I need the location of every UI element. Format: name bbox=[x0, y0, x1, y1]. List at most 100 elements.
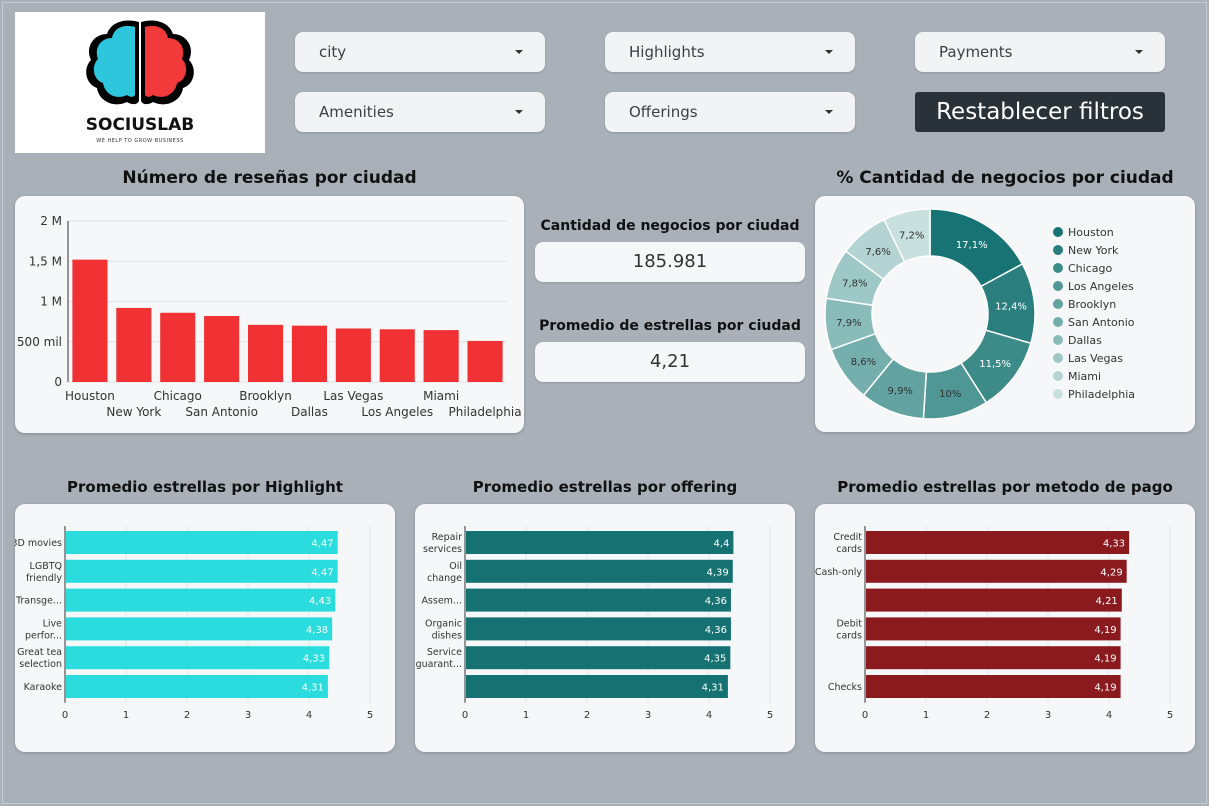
offerings-filter[interactable]: Offerings bbox=[605, 92, 855, 132]
bar-payment-2 bbox=[866, 588, 1122, 612]
y-tick-label: 1,5 M bbox=[29, 254, 62, 268]
bar-las-vegas bbox=[335, 328, 371, 382]
offering-bar-chart: 0 1 2 3 4 5 4,4 Repair services 4,39 Oil change 4,36… bbox=[416, 526, 773, 721]
bar-payment-5 bbox=[866, 675, 1121, 698]
category-label-line: Transge... bbox=[15, 596, 62, 607]
legend-swatch bbox=[1053, 245, 1063, 255]
highlights-filter[interactable]: Highlights bbox=[605, 32, 855, 72]
reset-filters-button[interactable]: Restablecer filtros bbox=[915, 92, 1165, 132]
business-count-value: 185.981 bbox=[535, 242, 805, 282]
legend-label: Houston bbox=[1068, 226, 1114, 239]
category-label-line: Assem... bbox=[421, 596, 462, 607]
bar-chicago bbox=[160, 312, 196, 382]
x-tick-label: Houston bbox=[65, 389, 115, 403]
bar-houston bbox=[72, 259, 108, 382]
bar-payment-0 bbox=[866, 531, 1130, 554]
category-label: Live perfor... bbox=[25, 618, 62, 641]
slice-value-label: 17,1% bbox=[956, 240, 988, 251]
slice-value-label: 7,2% bbox=[899, 231, 924, 242]
category-label-line: services bbox=[423, 544, 462, 555]
category-label: Organic dishes bbox=[425, 618, 462, 641]
bar-offering-1 bbox=[466, 559, 733, 583]
reviews-chart-card: 0 500 mil 1 M 1,5 M 2 M Houston New York Chicag… bbox=[15, 196, 524, 433]
city-filter[interactable]: city bbox=[295, 32, 545, 72]
reviews-bar-chart: 0 500 mil 1 M 1,5 M 2 M Houston New York Chicag… bbox=[17, 214, 522, 419]
category-label-line: Service bbox=[427, 647, 462, 658]
slice-value-label: 7,9% bbox=[836, 318, 861, 329]
x-tick-label: New York bbox=[106, 405, 161, 419]
bar-highlight-5 bbox=[66, 675, 328, 698]
logo-tagline: WE HELP TO GROW BUSINESS bbox=[96, 138, 184, 144]
x-tick-label: 3 bbox=[245, 710, 251, 721]
x-tick-label: 2 bbox=[984, 710, 990, 721]
bar-value-label: 4,36 bbox=[705, 625, 727, 636]
payment-bar-chart: 0 1 2 3 4 54,33Credit cards4,29Cash-only4,214,… bbox=[815, 526, 1173, 721]
payments-filter[interactable]: Payments bbox=[915, 32, 1165, 72]
legend-swatch bbox=[1053, 371, 1063, 381]
x-tick-label: Miami bbox=[423, 389, 459, 403]
x-tick-label: 5 bbox=[1167, 710, 1173, 721]
category-label: Credit cards bbox=[833, 532, 862, 555]
bar-san-antonio bbox=[204, 315, 240, 382]
category-label-line: Debit bbox=[836, 618, 862, 629]
x-tick-label: 4 bbox=[306, 710, 312, 721]
legend-swatch bbox=[1053, 227, 1063, 237]
bar-payment-4 bbox=[866, 646, 1121, 670]
offering-chart-card: 0 1 2 3 4 5 4,4 Repair services 4,39 Oil change 4,36… bbox=[415, 504, 795, 752]
legend-label: San Antonio bbox=[1068, 316, 1135, 329]
chevron-down-icon bbox=[825, 50, 833, 54]
bar-value-label: 4,47 bbox=[311, 567, 333, 578]
x-tick-label: 2 bbox=[184, 710, 190, 721]
bar-value-label: 4,43 bbox=[309, 596, 331, 607]
category-label-line: selection bbox=[19, 659, 62, 670]
y-tick-label: 0 bbox=[54, 375, 62, 389]
legend-swatch bbox=[1053, 281, 1063, 291]
bar-highlight-2 bbox=[66, 588, 336, 612]
logo-brand-text: SOCIUSLAB bbox=[85, 115, 195, 135]
amenities-filter[interactable]: Amenities bbox=[295, 92, 545, 132]
bar-value-label: 4,21 bbox=[1096, 596, 1118, 607]
bar-value-label: 4,36 bbox=[705, 596, 727, 607]
bar-offering-2 bbox=[466, 588, 731, 612]
chevron-down-icon bbox=[825, 110, 833, 114]
x-tick-label: 0 bbox=[62, 710, 68, 721]
payment-chart-card: 0 1 2 3 4 5 4,33 Credit cards 4,29 Cash-only 4,21 4,… bbox=[815, 504, 1195, 752]
category-label: Oil change bbox=[427, 561, 462, 584]
x-tick-label: 1 bbox=[523, 710, 529, 721]
x-tick-label: 1 bbox=[123, 710, 129, 721]
bar-value-label: 4,33 bbox=[303, 654, 325, 665]
payment-chart-title: Promedio estrellas por metodo de pago bbox=[837, 478, 1173, 496]
category-label: 3D movies bbox=[15, 538, 62, 549]
category-label-line: Karaoke bbox=[24, 682, 63, 693]
x-tick-label: 5 bbox=[367, 710, 373, 721]
bar-miami bbox=[423, 330, 459, 382]
x-tick-label: Brooklyn bbox=[239, 389, 292, 403]
x-tick-label: Las Vegas bbox=[323, 389, 383, 403]
legend-label: Dallas bbox=[1068, 334, 1102, 347]
city-filter-label: city bbox=[319, 43, 347, 61]
slice-value-label: 12,4% bbox=[995, 301, 1027, 312]
category-label-line: Repair bbox=[432, 532, 463, 543]
category-label: LGBTQ friendly bbox=[26, 561, 62, 584]
x-tick-label: 3 bbox=[1045, 710, 1051, 721]
category-label-line: 3D movies bbox=[15, 538, 62, 549]
pct-business-donut-chart: 17,1% 12,4% 11,5% 10% 9,9% 8,6% 7,9% 7,8% 7,6% 7,… bbox=[824, 208, 1135, 420]
category-label-line: Credit bbox=[833, 532, 862, 543]
sociuslab-logo: SOCIUSLAB WE HELP TO GROW BUSINESS bbox=[15, 12, 265, 153]
bar-highlight-1 bbox=[66, 559, 338, 583]
bar-payment-3 bbox=[866, 617, 1121, 641]
legend-swatch bbox=[1053, 299, 1063, 309]
highlights-filter-label: Highlights bbox=[629, 43, 705, 61]
category-label-line: friendly bbox=[26, 573, 62, 584]
bar-new-york bbox=[116, 307, 152, 382]
category-label: Checks bbox=[828, 682, 862, 693]
category-label-line: change bbox=[427, 573, 462, 584]
bar-philadelphia bbox=[467, 340, 503, 382]
category-label: Service guarant... bbox=[416, 647, 463, 670]
legend-swatch bbox=[1053, 317, 1063, 327]
x-tick-label: 5 bbox=[767, 710, 773, 721]
brain-logo-icon bbox=[86, 20, 194, 105]
category-label: Great tea selection bbox=[17, 647, 62, 670]
pct-business-chart-card: 17,1% 12,4% 11,5% 10% 9,9% 8,6% 7,9% 7,8% 7,6% 7,… bbox=[815, 196, 1195, 432]
bar-value-label: 4,38 bbox=[306, 625, 328, 636]
